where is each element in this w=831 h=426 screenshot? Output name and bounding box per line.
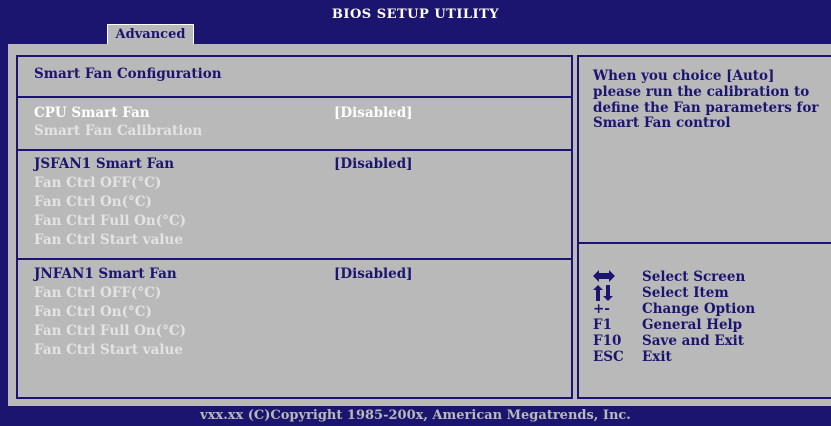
key-row-select-screen: Select Screen [593, 269, 823, 285]
title-bar: BIOS SETUP UTILITY Advanced [0, 0, 831, 44]
jsfan1-smart-fan-item[interactable]: JSFAN1 Smart Fan [34, 156, 174, 172]
smart-fan-calibration-item: Smart Fan Calibration [34, 123, 203, 139]
jsfan1-fan-ctrl-off-item: Fan Ctrl OFF(°C) [34, 175, 162, 191]
help-divider [577, 242, 831, 244]
divider-line [16, 96, 573, 98]
jnfan1-smart-fan-item[interactable]: JNFAN1 Smart Fan [34, 266, 177, 282]
jnfan1-fan-ctrl-off-item: Fan Ctrl OFF(°C) [34, 285, 162, 301]
key-row-general-help: F1 General Help [593, 317, 823, 333]
key-symbol: F1 [593, 317, 612, 333]
main-frame: Smart Fan Configuration CPU Smart Fan [D… [8, 44, 831, 406]
tab-advanced[interactable]: Advanced [107, 24, 194, 44]
jnfan1-fan-ctrl-on-item: Fan Ctrl On(°C) [34, 304, 152, 320]
key-desc-exit: Exit [642, 349, 672, 365]
key-symbol: F10 [593, 333, 622, 349]
section-title: Smart Fan Configuration [34, 66, 222, 82]
key-desc-select-screen: Select Screen [642, 269, 746, 285]
divider-line [16, 149, 573, 151]
key-desc-general-help: General Help [642, 317, 743, 333]
window-title: BIOS SETUP UTILITY [331, 7, 500, 22]
cpu-smart-fan-item[interactable]: CPU Smart Fan [34, 105, 150, 121]
cpu-smart-fan-value[interactable]: [Disabled] [334, 105, 413, 121]
key-row-select-item: Select Item [593, 285, 823, 301]
key-desc-select-item: Select Item [642, 285, 729, 301]
jnfan1-fan-ctrl-full-on-item: Fan Ctrl Full On(°C) [34, 323, 186, 339]
key-symbol: +- [593, 301, 610, 317]
help-text: When you choice [Auto] please run the ca… [593, 68, 819, 132]
key-row-change-option: +- Change Option [593, 301, 823, 317]
jsfan1-smart-fan-value[interactable]: [Disabled] [334, 156, 413, 172]
copyright-footer: vxx.xx (C)Copyright 1985-200x, American … [0, 406, 831, 426]
divider-line [16, 258, 573, 260]
jsfan1-fan-ctrl-on-item: Fan Ctrl On(°C) [34, 194, 152, 210]
jsfan1-fan-ctrl-start-item: Fan Ctrl Start value [34, 232, 183, 248]
jnfan1-fan-ctrl-start-item: Fan Ctrl Start value [34, 342, 183, 358]
key-symbol: ESC [593, 349, 624, 365]
key-desc-change-option: Change Option [642, 301, 756, 317]
key-desc-save-exit: Save and Exit [642, 333, 745, 349]
jnfan1-smart-fan-value[interactable]: [Disabled] [334, 266, 413, 282]
key-row-exit: ESC Exit [593, 349, 823, 365]
key-row-save-exit: F10 Save and Exit [593, 333, 823, 349]
jsfan1-fan-ctrl-full-on-item: Fan Ctrl Full On(°C) [34, 213, 186, 229]
